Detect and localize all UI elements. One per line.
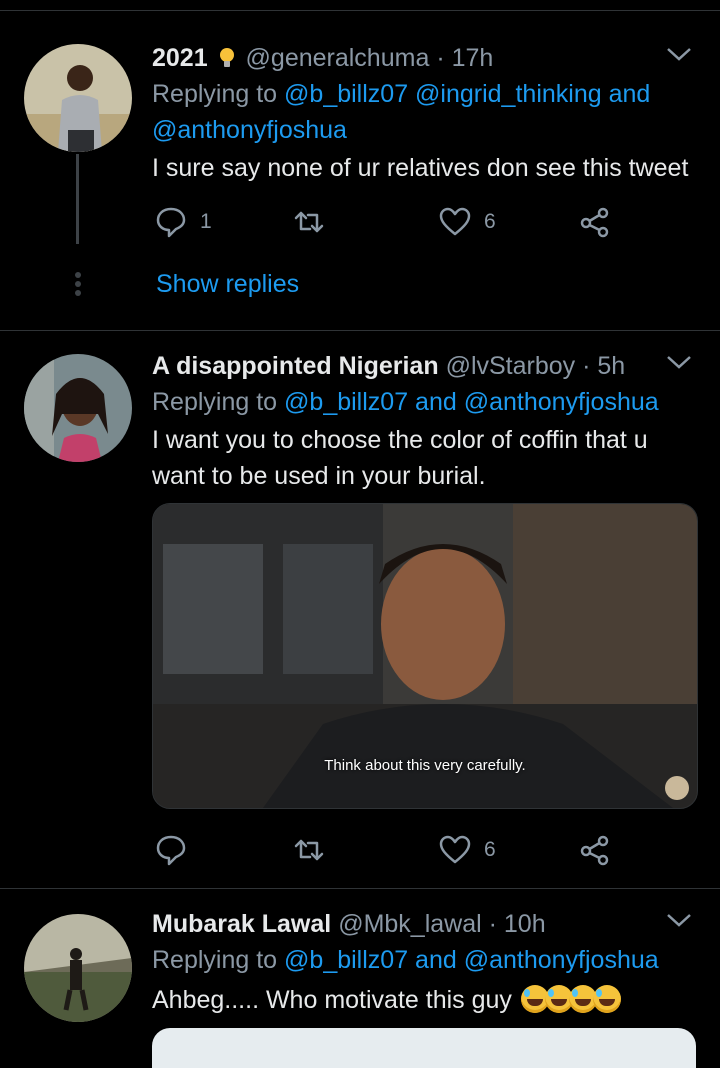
separator: ·: [582, 352, 591, 380]
replying-to-links[interactable]: @b_billz07 and @anthonyfjoshua: [284, 946, 659, 974]
chevron-down-icon[interactable]: [666, 912, 692, 928]
heart-icon: [439, 835, 471, 864]
timestamp[interactable]: 17h: [452, 44, 494, 72]
avatar[interactable]: [24, 354, 132, 462]
display-name[interactable]: Mubarak Lawal: [152, 910, 331, 938]
replying-prefix: Replying to: [152, 80, 278, 108]
tweet-header: Mubarak Lawal @Mbk_lawal · 10h: [152, 906, 680, 942]
separator: ·: [436, 44, 445, 72]
handle[interactable]: @generalchuma: [246, 44, 430, 72]
replying-to: Replying to @b_billz07 and @anthonyfjosh…: [152, 384, 690, 420]
timestamp[interactable]: 5h: [597, 352, 625, 380]
replying-to: Replying to @b_billz07 @ingrid_thinking …: [152, 76, 690, 148]
tweet-text-body: Ahbeg..... Who motivate this guy: [152, 986, 512, 1014]
share-icon: [580, 207, 609, 238]
replying-to-links[interactable]: @b_billz07 @ingrid_thinking and: [284, 80, 650, 108]
tweet-text-line-1: I want you to choose the color of coffin…: [152, 426, 648, 454]
reply-button[interactable]: [154, 830, 188, 870]
tweet-text: I want you to choose the color of coffin…: [152, 422, 690, 494]
replying-prefix: Replying to: [152, 946, 278, 974]
like-button[interactable]: 6: [438, 202, 496, 242]
avatar-photo: [24, 354, 132, 462]
thread-line: [76, 154, 79, 244]
gif-caption: Think about this very carefully.: [324, 757, 526, 774]
laughing-emoji-icon: [520, 985, 621, 1014]
tweet-text: Ahbeg..... Who motivate this guy: [152, 982, 690, 1018]
avatar[interactable]: [24, 44, 132, 152]
replying-to: Replying to @b_billz07 and @anthonyfjosh…: [152, 942, 690, 978]
thread-dots: [74, 272, 82, 299]
heart-icon: [439, 207, 471, 236]
tweet-1[interactable]: 2021 @generalchuma · 17h Replying to @b_…: [0, 40, 720, 330]
timestamp[interactable]: 10h: [504, 910, 546, 938]
chevron-down-icon[interactable]: [666, 46, 692, 62]
avatar-photo: [24, 44, 132, 152]
handle[interactable]: @lvStarboy: [446, 352, 576, 380]
lightbulb-icon: [219, 43, 235, 67]
retweet-button[interactable]: [292, 202, 326, 242]
tweet-header: A disappointed Nigerian @lvStarboy · 5h: [152, 348, 680, 384]
reply-count: 1: [200, 210, 212, 233]
tweet-text: I sure say none of ur relatives don see …: [152, 154, 689, 182]
share-icon: [580, 835, 609, 866]
tweet-divider: [0, 330, 720, 331]
action-bar: 6: [152, 830, 622, 870]
tweet-media-gif[interactable]: Think about this very carefully.: [152, 503, 698, 809]
tweet-text-line-2: want to be used in your burial.: [152, 462, 486, 490]
tweet-divider: [0, 888, 720, 889]
handle[interactable]: @Mbk_lawal: [338, 910, 481, 938]
reply-button[interactable]: 1: [154, 202, 212, 242]
replying-to-link-2[interactable]: @anthonyfjoshua: [152, 116, 347, 144]
replying-to-links[interactable]: @b_billz07 and @anthonyfjoshua: [284, 388, 659, 416]
reply-icon: [156, 207, 186, 238]
share-button[interactable]: [578, 202, 612, 242]
tweet-header: 2021 @generalchuma · 17h: [152, 40, 680, 76]
like-count: 6: [484, 210, 496, 233]
gif-badge-icon: [665, 776, 689, 800]
show-replies-link[interactable]: Show replies: [156, 270, 299, 299]
action-bar: 1 6: [152, 202, 622, 242]
display-name[interactable]: A disappointed Nigerian: [152, 352, 439, 380]
display-name[interactable]: 2021: [152, 44, 208, 72]
separator: ·: [488, 910, 497, 938]
like-button[interactable]: 6: [438, 830, 496, 870]
retweet-button[interactable]: [292, 830, 326, 870]
replying-prefix: Replying to: [152, 388, 278, 416]
top-divider: [0, 10, 720, 11]
reply-icon: [156, 835, 186, 866]
like-count: 6: [484, 838, 496, 861]
avatar-photo: [24, 914, 132, 1022]
retweet-icon: [294, 839, 324, 861]
tweet-2[interactable]: A disappointed Nigerian @lvStarboy · 5h …: [0, 348, 720, 888]
chevron-down-icon[interactable]: [666, 354, 692, 370]
retweet-icon: [294, 211, 324, 233]
next-media-preview[interactable]: [152, 1028, 696, 1068]
share-button[interactable]: [578, 830, 612, 870]
avatar[interactable]: [24, 914, 132, 1022]
tweet-3[interactable]: Mubarak Lawal @Mbk_lawal · 10h Replying …: [0, 906, 720, 1039]
